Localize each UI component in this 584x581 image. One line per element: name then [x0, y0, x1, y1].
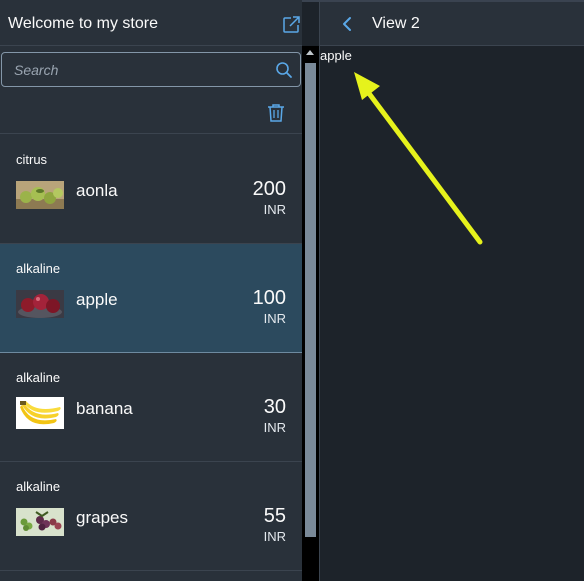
detail-title: View 2 — [372, 15, 420, 32]
list-item[interactable]: alkaline grapes 55 INR — [0, 462, 302, 571]
scrollbar-thumb[interactable] — [305, 63, 316, 537]
share-button[interactable] — [281, 15, 301, 35]
detail-text: apple — [320, 48, 352, 63]
detail-content: apple — [320, 46, 584, 581]
search-icon — [276, 62, 292, 78]
back-button[interactable] — [340, 16, 354, 32]
master-header: Welcome to my store — [0, 2, 302, 46]
item-category: alkaline — [16, 479, 61, 494]
apple-image — [16, 290, 64, 318]
list-toolbar — [0, 92, 302, 134]
aonla-image — [16, 181, 64, 209]
item-name: apple — [76, 290, 118, 309]
trash-icon — [268, 104, 284, 122]
item-name: grapes — [76, 508, 128, 527]
search-field — [1, 52, 301, 87]
item-currency: INR — [263, 420, 286, 435]
scroll-up-arrow-icon[interactable] — [306, 50, 314, 55]
grapes-image — [16, 508, 64, 536]
item-category: alkaline — [16, 370, 61, 385]
item-currency: INR — [263, 202, 286, 217]
share-icon — [283, 16, 300, 33]
list-scrollbar[interactable] — [302, 46, 319, 581]
search-input[interactable] — [2, 53, 262, 86]
item-price: 55 — [263, 505, 286, 527]
item-name: aonla — [76, 181, 118, 200]
item-price: 200 — [252, 178, 286, 200]
list-item[interactable]: alkaline banana 30 INR — [0, 353, 302, 462]
list-item-selected[interactable]: alkaline apple 100 INR — [0, 244, 302, 353]
back-chevron-icon — [343, 17, 351, 31]
search-button[interactable] — [275, 61, 293, 79]
detail-header: View 2 — [320, 2, 584, 46]
page-title: Welcome to my store — [8, 15, 158, 32]
item-category: alkaline — [16, 261, 61, 276]
item-price: 100 — [252, 287, 286, 309]
product-list: citrus aonla 200 INR alkaline apple 100 … — [0, 135, 302, 571]
item-currency: INR — [263, 311, 286, 326]
item-category: citrus — [16, 152, 48, 167]
delete-button[interactable] — [267, 103, 285, 123]
item-name: banana — [76, 399, 133, 418]
banana-image — [16, 397, 64, 429]
item-price: 30 — [263, 396, 286, 418]
master-pane: Welcome to my store cit — [0, 0, 302, 581]
item-currency: INR — [263, 529, 286, 544]
list-item[interactable]: citrus aonla 200 INR — [0, 135, 302, 244]
